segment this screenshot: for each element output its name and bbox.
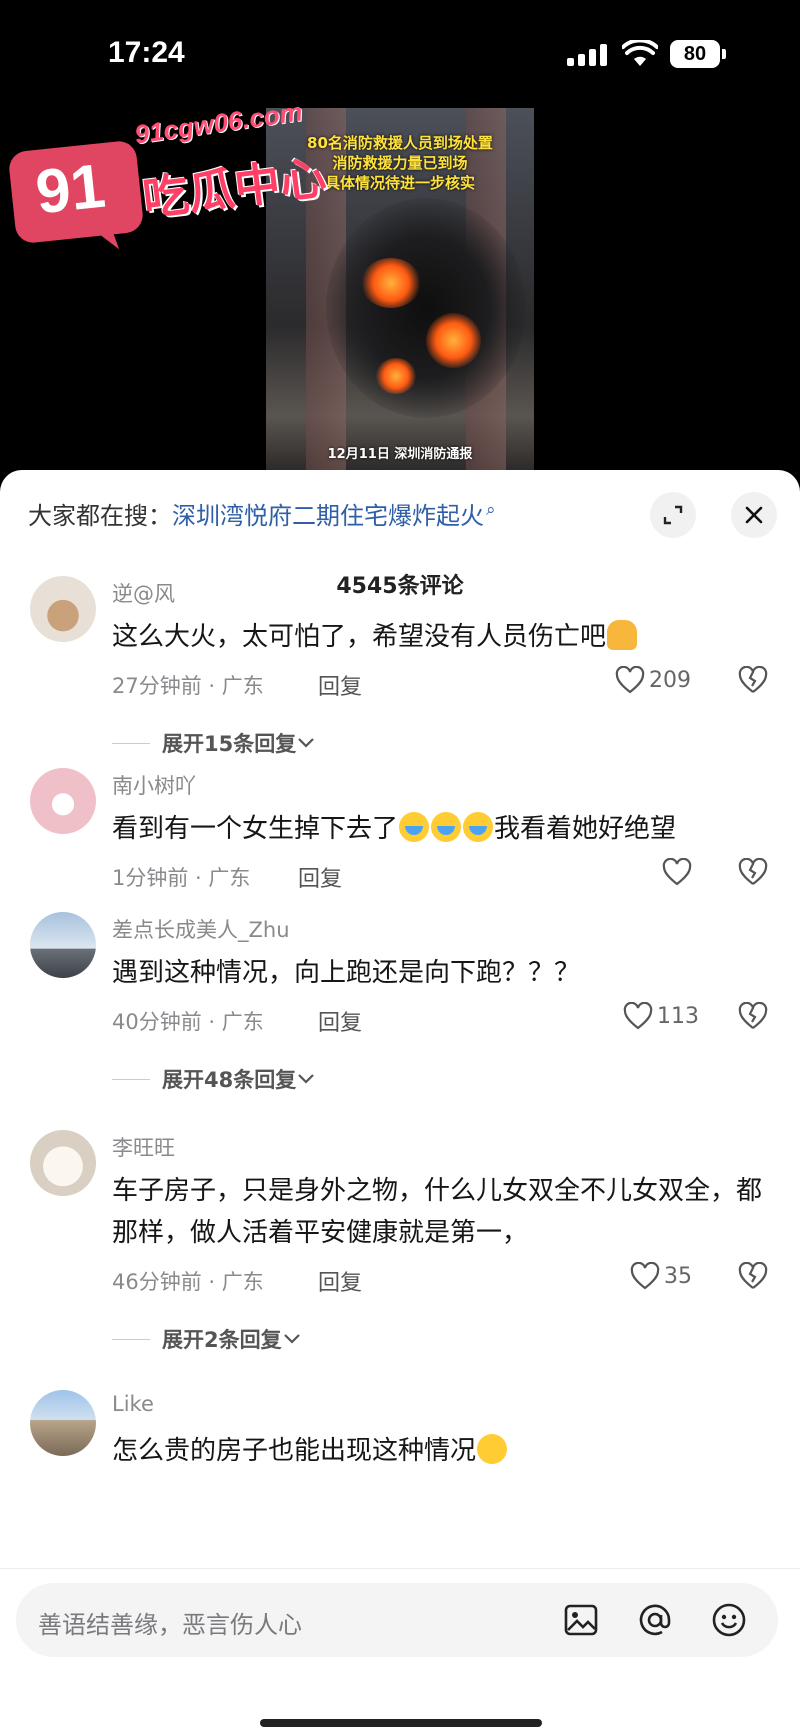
broken-heart-icon — [738, 1001, 768, 1029]
expand-replies-label: 展开48条回复 — [162, 1068, 297, 1092]
broken-heart-icon — [738, 857, 768, 885]
expand-icon — [663, 505, 683, 525]
like-button[interactable]: 113 — [623, 1002, 699, 1030]
mention-button[interactable] — [636, 1601, 674, 1639]
watermark-url: 91cgw06.com — [132, 96, 305, 150]
comment-sheet: 大家都在搜：深圳湾悦府二期住宅爆炸起火 ⌕ 4545条评论 逆@风 这么大火，太可… — [0, 470, 800, 1736]
comment-text: 怎么贵的房子也能出现这种情况 — [112, 1430, 762, 1472]
comment-text: 看到有一个女生掉下去了 我看着她好绝望 — [112, 808, 762, 850]
comment-meta: 27分钟前 · 广东 — [112, 674, 264, 698]
comment-text-body: 我看着她好绝望 — [494, 814, 677, 844]
like-count: 209 — [649, 667, 691, 693]
comment-text-body: 怎么贵的房子也能出现这种情况 — [112, 1436, 477, 1466]
reply-button[interactable]: 回复 — [318, 1005, 362, 1037]
comment-meta: 40分钟前 · 广东 — [112, 1010, 264, 1034]
comment-input-bar: 善语结善缘，恶言伤人心 — [0, 1568, 800, 1736]
expand-replies[interactable]: 展开15条回复 — [112, 728, 316, 758]
comment-text: 遇到这种情况，向上跑还是向下跑？？？ — [112, 958, 581, 988]
reply-button[interactable]: 回复 — [298, 861, 342, 893]
expand-replies[interactable]: 展开48条回复 — [112, 1064, 316, 1094]
status-bar: 17:24 80 — [0, 0, 800, 100]
like-button[interactable] — [662, 858, 692, 886]
comment-username[interactable]: 李旺旺 — [112, 1132, 175, 1162]
dislike-button[interactable] — [738, 857, 768, 890]
trending-search-link[interactable]: 深圳湾悦府二期住宅爆炸起火 — [172, 502, 484, 530]
chevron-down-icon — [298, 738, 315, 748]
comment-text: 这么大火，太可怕了，希望没有人员伤亡吧 — [112, 616, 762, 658]
comment-username[interactable]: 南小树吖 — [112, 770, 196, 800]
chevron-down-icon — [283, 1334, 300, 1344]
like-count: 113 — [657, 1003, 699, 1029]
expand-replies-label: 展开15条回复 — [162, 732, 297, 756]
heart-icon — [662, 858, 692, 886]
emoji-button[interactable] — [710, 1601, 748, 1639]
avatar[interactable] — [30, 912, 96, 978]
comment-meta: 1分钟前 · 广东 — [112, 866, 251, 890]
watermark-name: 吃瓜中心 — [139, 149, 329, 226]
avatar[interactable] — [30, 1390, 96, 1456]
battery-tip — [722, 49, 726, 59]
avatar[interactable] — [30, 1130, 96, 1196]
trending-search-label: 大家都在搜： — [28, 502, 172, 530]
comment-input[interactable]: 善语结善缘，恶言伤人心 — [16, 1583, 778, 1657]
status-time: 17:24 — [108, 36, 185, 69]
watermark-number: 91 — [32, 151, 109, 228]
emoji-icon — [712, 1603, 746, 1637]
at-icon — [639, 1604, 671, 1636]
comment-text-body: 这么大火，太可怕了，希望没有人员伤亡吧 — [112, 622, 607, 652]
like-button[interactable]: 209 — [615, 666, 691, 694]
expand-replies-label: 展开2条回复 — [162, 1328, 282, 1352]
battery-icon: 80 — [670, 40, 720, 68]
expand-button[interactable] — [650, 492, 696, 538]
comment-meta: 46分钟前 · 广东 — [112, 1270, 264, 1294]
comment-username[interactable]: Like — [112, 1392, 154, 1416]
like-count: 35 — [664, 1263, 692, 1289]
video-caption: 12月11日 深圳消防通报 — [327, 447, 473, 462]
home-indicator — [260, 1719, 542, 1727]
expand-replies[interactable]: 展开2条回复 — [112, 1324, 302, 1354]
comment-text: 车子房子，只是身外之物，什么儿女双全不儿女双全，都那样，做人活着平安健康就是第一… — [112, 1176, 763, 1248]
reply-button[interactable]: 回复 — [318, 1265, 362, 1297]
like-button[interactable]: 35 — [630, 1262, 692, 1290]
avatar[interactable] — [30, 576, 96, 642]
pleading-emoji-icon — [477, 1434, 508, 1464]
image-button[interactable] — [562, 1601, 600, 1639]
comment-text-body: 看到有一个女生掉下去了 — [112, 814, 399, 844]
cellular-signal-icon — [567, 44, 609, 66]
dislike-button[interactable] — [738, 665, 768, 698]
image-icon — [564, 1604, 598, 1636]
crying-emoji-icon — [431, 812, 462, 842]
dislike-button[interactable] — [738, 1261, 768, 1294]
comment-username[interactable]: 差点长成美人_Zhu — [112, 914, 290, 944]
broken-heart-icon — [738, 665, 768, 693]
search-icon: ⌕ — [486, 500, 496, 520]
broken-heart-icon — [738, 1261, 768, 1289]
comment-input-placeholder: 善语结善缘，恶言伤人心 — [38, 1611, 302, 1639]
comment-username[interactable]: 逆@风 — [112, 578, 175, 608]
reply-button[interactable]: 回复 — [318, 669, 362, 701]
crying-emoji-icon — [463, 812, 494, 842]
dislike-button[interactable] — [738, 1001, 768, 1034]
close-button[interactable] — [731, 492, 777, 538]
close-icon — [745, 506, 763, 524]
trending-search[interactable]: 大家都在搜：深圳湾悦府二期住宅爆炸起火 ⌕ — [28, 496, 496, 531]
chevron-down-icon — [298, 1074, 315, 1084]
heart-icon — [630, 1262, 660, 1290]
crying-emoji-icon — [399, 812, 430, 842]
heart-icon — [623, 1002, 653, 1030]
heart-icon — [615, 666, 645, 694]
watermark-logo: 91 91cgw06.com 吃瓜中心 — [7, 96, 338, 258]
pray-emoji-icon — [607, 620, 638, 650]
wifi-icon — [621, 38, 659, 68]
avatar[interactable] — [30, 768, 96, 834]
